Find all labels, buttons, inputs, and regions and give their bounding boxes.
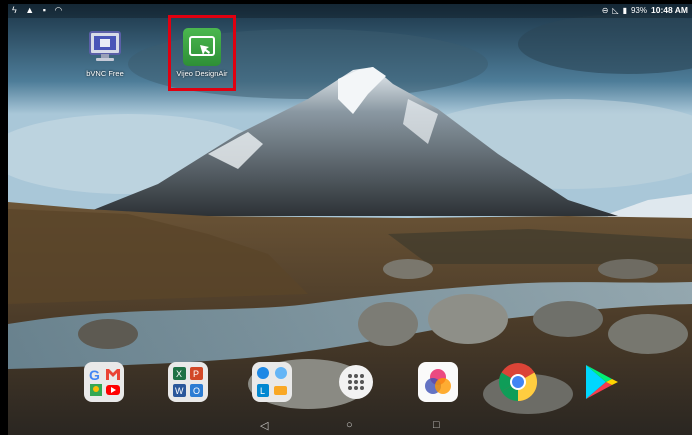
status-bar: ϟ ▲ ▪ ◠ ⊖ ◺ ▮ 93% 10:48 AM <box>8 4 692 18</box>
wifi-off-icon: ◠ <box>54 5 66 15</box>
photos-icon[interactable] <box>418 362 458 402</box>
desktop-icon-bvnc[interactable]: bVNC Free <box>75 28 135 78</box>
svg-text:G: G <box>89 367 100 383</box>
svg-text:O: O <box>193 386 200 396</box>
recents-button[interactable]: □ <box>433 419 440 431</box>
play-store-icon[interactable] <box>580 362 620 402</box>
warning-icon: ▲ <box>25 5 38 15</box>
status-right-icons: ⊖ ◺ ▮ 93% 10:48 AM <box>602 5 688 15</box>
home-screen: ϟ ▲ ▪ ◠ ⊖ ◺ ▮ 93% 10:48 AM bVNC Free Vij… <box>8 4 692 435</box>
svg-text:P: P <box>193 369 199 379</box>
tools-folder-icon[interactable]: L <box>252 362 292 402</box>
vnc-monitor-icon <box>86 28 124 66</box>
svg-text:L: L <box>260 386 265 396</box>
svg-text:X: X <box>176 369 182 379</box>
back-button[interactable]: ◁ <box>260 419 268 432</box>
chrome-icon[interactable] <box>498 362 538 402</box>
signal-icon: ◺ <box>612 5 619 15</box>
usb-icon: ϟ <box>12 5 20 15</box>
status-left-icons: ϟ ▲ ▪ ◠ <box>12 5 65 16</box>
navigation-bar: ◁ ○ □ <box>8 417 692 435</box>
svg-text:W: W <box>175 386 184 396</box>
home-button[interactable]: ○ <box>346 419 353 431</box>
google-apps-folder-icon[interactable]: G <box>84 362 124 402</box>
tablet-frame: ϟ ▲ ▪ ◠ ⊖ ◺ ▮ 93% 10:48 AM bVNC Free Vij… <box>0 0 692 435</box>
highlight-box <box>168 15 236 91</box>
office-apps-folder-icon[interactable]: X P W O <box>168 362 208 402</box>
desktop-icon-label: bVNC Free <box>86 69 124 78</box>
app-drawer-icon[interactable] <box>336 362 376 402</box>
dnd-icon: ⊖ <box>601 5 609 15</box>
battery-percent: 93% <box>630 5 647 15</box>
clock: 10:48 AM <box>650 5 688 15</box>
battery-icon: ▮ <box>622 5 627 15</box>
image-icon: ▪ <box>42 5 49 15</box>
